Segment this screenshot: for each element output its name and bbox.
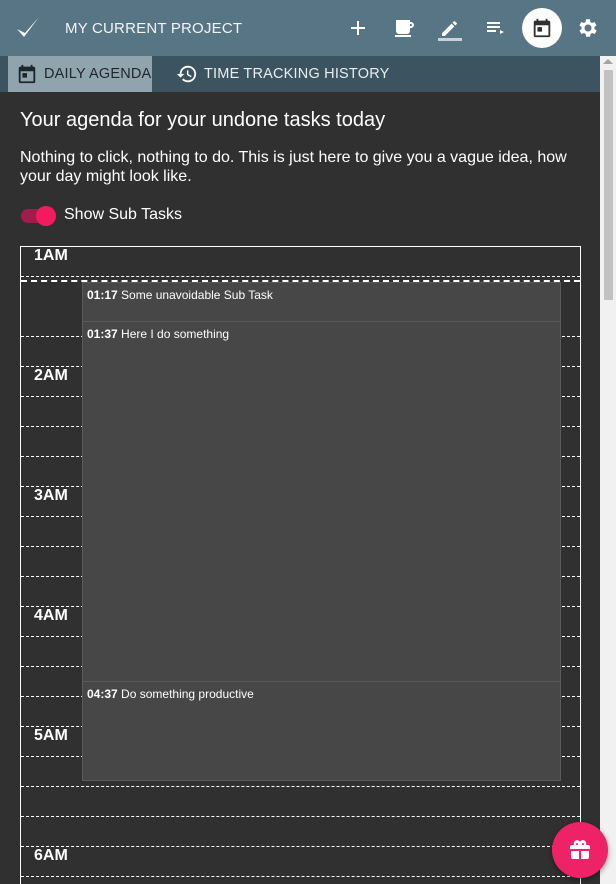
hour-label: 2AM xyxy=(34,367,68,384)
show-sub-tasks-label[interactable]: Show Sub Tasks xyxy=(64,206,182,224)
gift-fab-button[interactable] xyxy=(552,822,608,878)
calendar-icon[interactable] xyxy=(522,8,562,48)
hour-label: 5AM xyxy=(34,727,68,744)
top-bar: MY CURRENT PROJECT xyxy=(0,0,616,56)
coffee-icon[interactable] xyxy=(386,10,422,46)
task-title: Do something productive xyxy=(121,687,254,701)
edit-active-underline xyxy=(438,38,462,41)
hour-label: 1AM xyxy=(34,247,68,264)
history-icon xyxy=(176,65,197,83)
slot-divider xyxy=(21,846,580,847)
slot-divider xyxy=(21,816,580,817)
scrollbar-thumb[interactable] xyxy=(604,70,613,300)
calendar-icon xyxy=(18,64,36,84)
agenda-task: 01:17 Some unavoidable Sub Task xyxy=(82,282,561,322)
task-title: Some unavoidable Sub Task xyxy=(121,288,273,302)
main-content: Your agenda for your undone tasks today … xyxy=(0,92,600,884)
scroll-up-arrow-icon[interactable] xyxy=(603,59,613,64)
tab-bar: DAILY AGENDA TIME TRACKING HISTORY xyxy=(0,56,600,92)
tab-label: DAILY AGENDA xyxy=(44,66,152,82)
task-title: Here I do something xyxy=(121,327,230,341)
tab-label: TIME TRACKING HISTORY xyxy=(204,66,390,82)
hour-label: 3AM xyxy=(34,487,68,504)
tab-time-tracking-history[interactable]: TIME TRACKING HISTORY xyxy=(176,56,389,92)
project-title[interactable]: MY CURRENT PROJECT xyxy=(65,20,242,37)
hour-label: 6AM xyxy=(34,847,68,864)
agenda-timeline: 1AM 2AM 3AM 4AM 5AM 6AM 01:17 Some unavo… xyxy=(20,246,581,884)
tab-daily-agenda[interactable]: DAILY AGENDA xyxy=(8,56,152,92)
slot-divider xyxy=(21,876,580,877)
slot-divider xyxy=(21,786,580,787)
show-sub-tasks-toggle[interactable] xyxy=(21,206,57,226)
page-title: Your agenda for your undone tasks today xyxy=(20,109,386,131)
task-time: 01:17 xyxy=(87,288,118,302)
toggle-thumb xyxy=(36,206,56,226)
check-logo-icon[interactable] xyxy=(14,14,42,42)
slot-divider xyxy=(21,276,580,277)
playlist-icon[interactable] xyxy=(478,10,514,46)
task-time: 04:37 xyxy=(87,687,118,701)
settings-icon[interactable] xyxy=(570,10,606,46)
task-time: 01:37 xyxy=(87,327,118,341)
intro-text: Nothing to click, nothing to do. This is… xyxy=(20,149,567,185)
hour-label: 4AM xyxy=(34,607,68,624)
agenda-task: 04:37 Do something productive xyxy=(82,681,561,781)
gift-icon xyxy=(570,840,590,859)
agenda-task: 01:37 Here I do something xyxy=(82,321,561,682)
add-icon[interactable] xyxy=(340,10,376,46)
